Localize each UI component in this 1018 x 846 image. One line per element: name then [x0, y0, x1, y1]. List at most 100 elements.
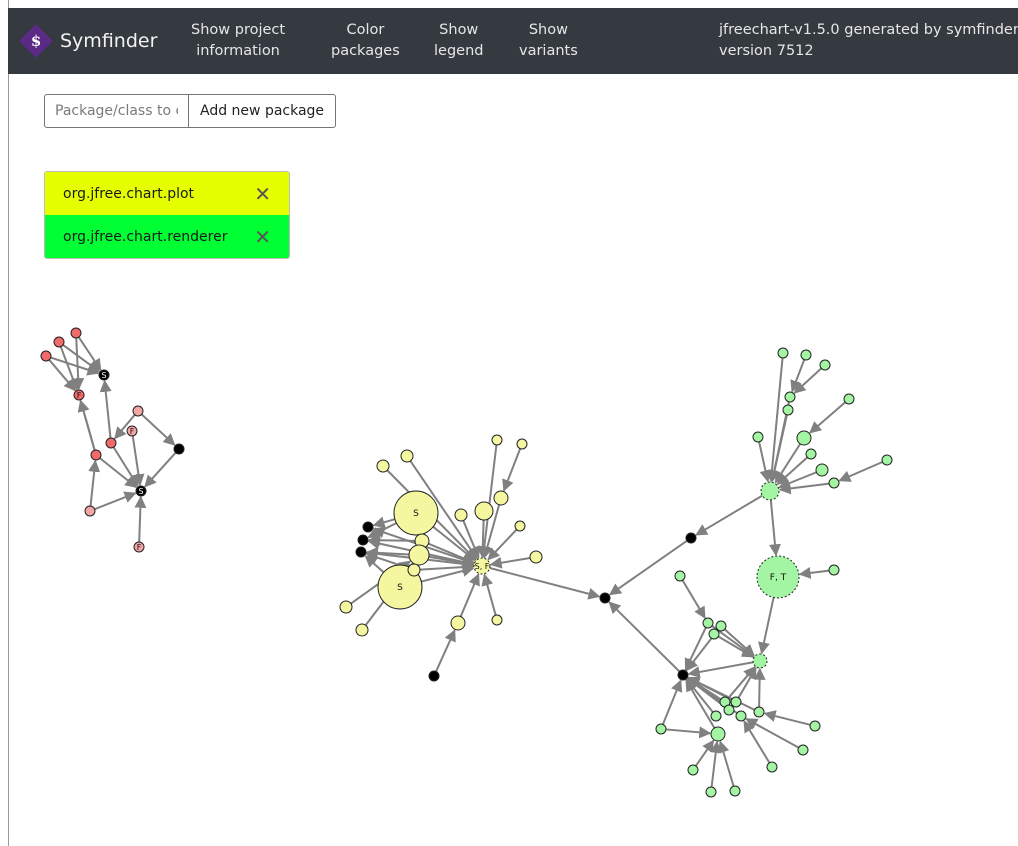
- graph-edge: [112, 446, 139, 487]
- graph-edge: [421, 565, 475, 583]
- graph-node-label: S: [397, 583, 403, 593]
- graph-edge: [717, 740, 735, 787]
- graph-edge: [661, 679, 683, 725]
- graph-edge: [745, 718, 800, 749]
- graph-node[interactable]: [408, 544, 430, 566]
- graph-edge: [72, 337, 85, 391]
- graph-node[interactable]: [493, 490, 509, 506]
- graph-edge: [459, 573, 480, 617]
- graph-node[interactable]: [687, 764, 699, 776]
- graph-node[interactable]: [454, 508, 468, 522]
- graph-node-label: S, F: [475, 562, 490, 571]
- graph-node[interactable]: [805, 448, 817, 460]
- graph-node[interactable]: [357, 534, 369, 546]
- graph-node[interactable]: [753, 706, 765, 718]
- graph-node[interactable]: [376, 459, 390, 473]
- graph-edge: [502, 448, 522, 492]
- graph-node-label: S: [138, 487, 143, 496]
- graph-node[interactable]: [777, 347, 789, 359]
- graph-node[interactable]: [809, 720, 821, 732]
- graph-node[interactable]: [40, 350, 52, 362]
- graph-edge: [695, 494, 763, 536]
- graph-node[interactable]: [729, 785, 741, 797]
- graph-edge: [763, 710, 811, 726]
- graph-node[interactable]: [752, 653, 768, 669]
- graph-node[interactable]: [339, 600, 353, 614]
- graph-node[interactable]: [674, 570, 686, 582]
- graph-node-label: F, T: [770, 573, 787, 583]
- graph-node[interactable]: [766, 761, 778, 773]
- graph-node[interactable]: [90, 449, 102, 461]
- graph-node[interactable]: [599, 592, 611, 604]
- graph-edge: [88, 459, 101, 507]
- graph-node[interactable]: [355, 623, 369, 637]
- graph-node[interactable]: [514, 520, 526, 532]
- graph-edge: [367, 534, 416, 547]
- graph-node[interactable]: [828, 477, 840, 489]
- graph-node[interactable]: [362, 521, 374, 533]
- graph-node[interactable]: [529, 550, 543, 564]
- graph-node[interactable]: [491, 434, 503, 446]
- graph-node[interactable]: [355, 546, 367, 558]
- graph-node[interactable]: [815, 463, 829, 477]
- graph-node[interactable]: [784, 391, 796, 403]
- graph-edge: [665, 726, 712, 739]
- graph-edge: [838, 461, 883, 482]
- graph-node[interactable]: [677, 669, 689, 681]
- graph-node[interactable]: [723, 704, 735, 716]
- graph-node[interactable]: [655, 723, 667, 735]
- graph-edge: [768, 499, 781, 557]
- graph-node[interactable]: [715, 620, 727, 632]
- graph-node[interactable]: [53, 336, 65, 348]
- graph-edge: [144, 452, 177, 488]
- graph-node[interactable]: [710, 710, 722, 722]
- graph-node[interactable]: [407, 563, 421, 577]
- graph-node[interactable]: [735, 710, 747, 722]
- graph-edge: [709, 740, 722, 788]
- graph-node[interactable]: [819, 359, 831, 371]
- graph-node[interactable]: [797, 744, 809, 756]
- graph-edge: [99, 457, 138, 489]
- graph-node[interactable]: [730, 696, 742, 708]
- graph-node[interactable]: [752, 431, 764, 443]
- graph-node[interactable]: [450, 615, 466, 631]
- graph-edge: [481, 573, 497, 616]
- graph-node-label: S: [101, 371, 106, 380]
- graph-node[interactable]: [760, 481, 780, 501]
- graph-edge: [687, 661, 754, 678]
- graph-edge: [798, 566, 830, 579]
- graph-node[interactable]: [516, 438, 528, 450]
- graph-node[interactable]: [702, 617, 714, 629]
- graph-edge: [743, 720, 771, 764]
- graph-node[interactable]: [796, 430, 812, 446]
- graph-node[interactable]: [708, 628, 720, 640]
- graph-node[interactable]: [105, 437, 117, 449]
- graph-node[interactable]: [685, 532, 697, 544]
- graph-edge: [753, 667, 766, 708]
- graph-node[interactable]: [70, 327, 82, 339]
- graph-node[interactable]: [881, 454, 893, 466]
- graph-edge: [140, 413, 176, 446]
- graph-node[interactable]: [705, 786, 717, 798]
- graph-node[interactable]: [474, 501, 494, 521]
- graph-edge: [419, 561, 475, 574]
- graph-node[interactable]: [828, 564, 840, 576]
- graph-node[interactable]: [400, 449, 414, 463]
- graph-node[interactable]: [491, 614, 503, 626]
- graph-edge: [489, 556, 531, 569]
- graph-node-label: S: [413, 509, 419, 519]
- graph-edges: [48, 336, 883, 788]
- graph-node[interactable]: [843, 393, 855, 405]
- graph-node[interactable]: [84, 505, 96, 517]
- graph-node[interactable]: [173, 443, 185, 455]
- graph-edge: [489, 567, 601, 600]
- graph-node[interactable]: [428, 670, 440, 682]
- graph-node[interactable]: [710, 726, 726, 742]
- variability-graph[interactable]: S F F S F S S S, F F, T: [0, 0, 1018, 846]
- graph-node-label: F: [137, 543, 142, 552]
- graph-node[interactable]: [132, 405, 144, 417]
- graph-node[interactable]: [782, 404, 794, 416]
- graph-edge: [94, 491, 137, 511]
- graph-edge: [758, 597, 775, 655]
- graph-node[interactable]: [800, 349, 812, 361]
